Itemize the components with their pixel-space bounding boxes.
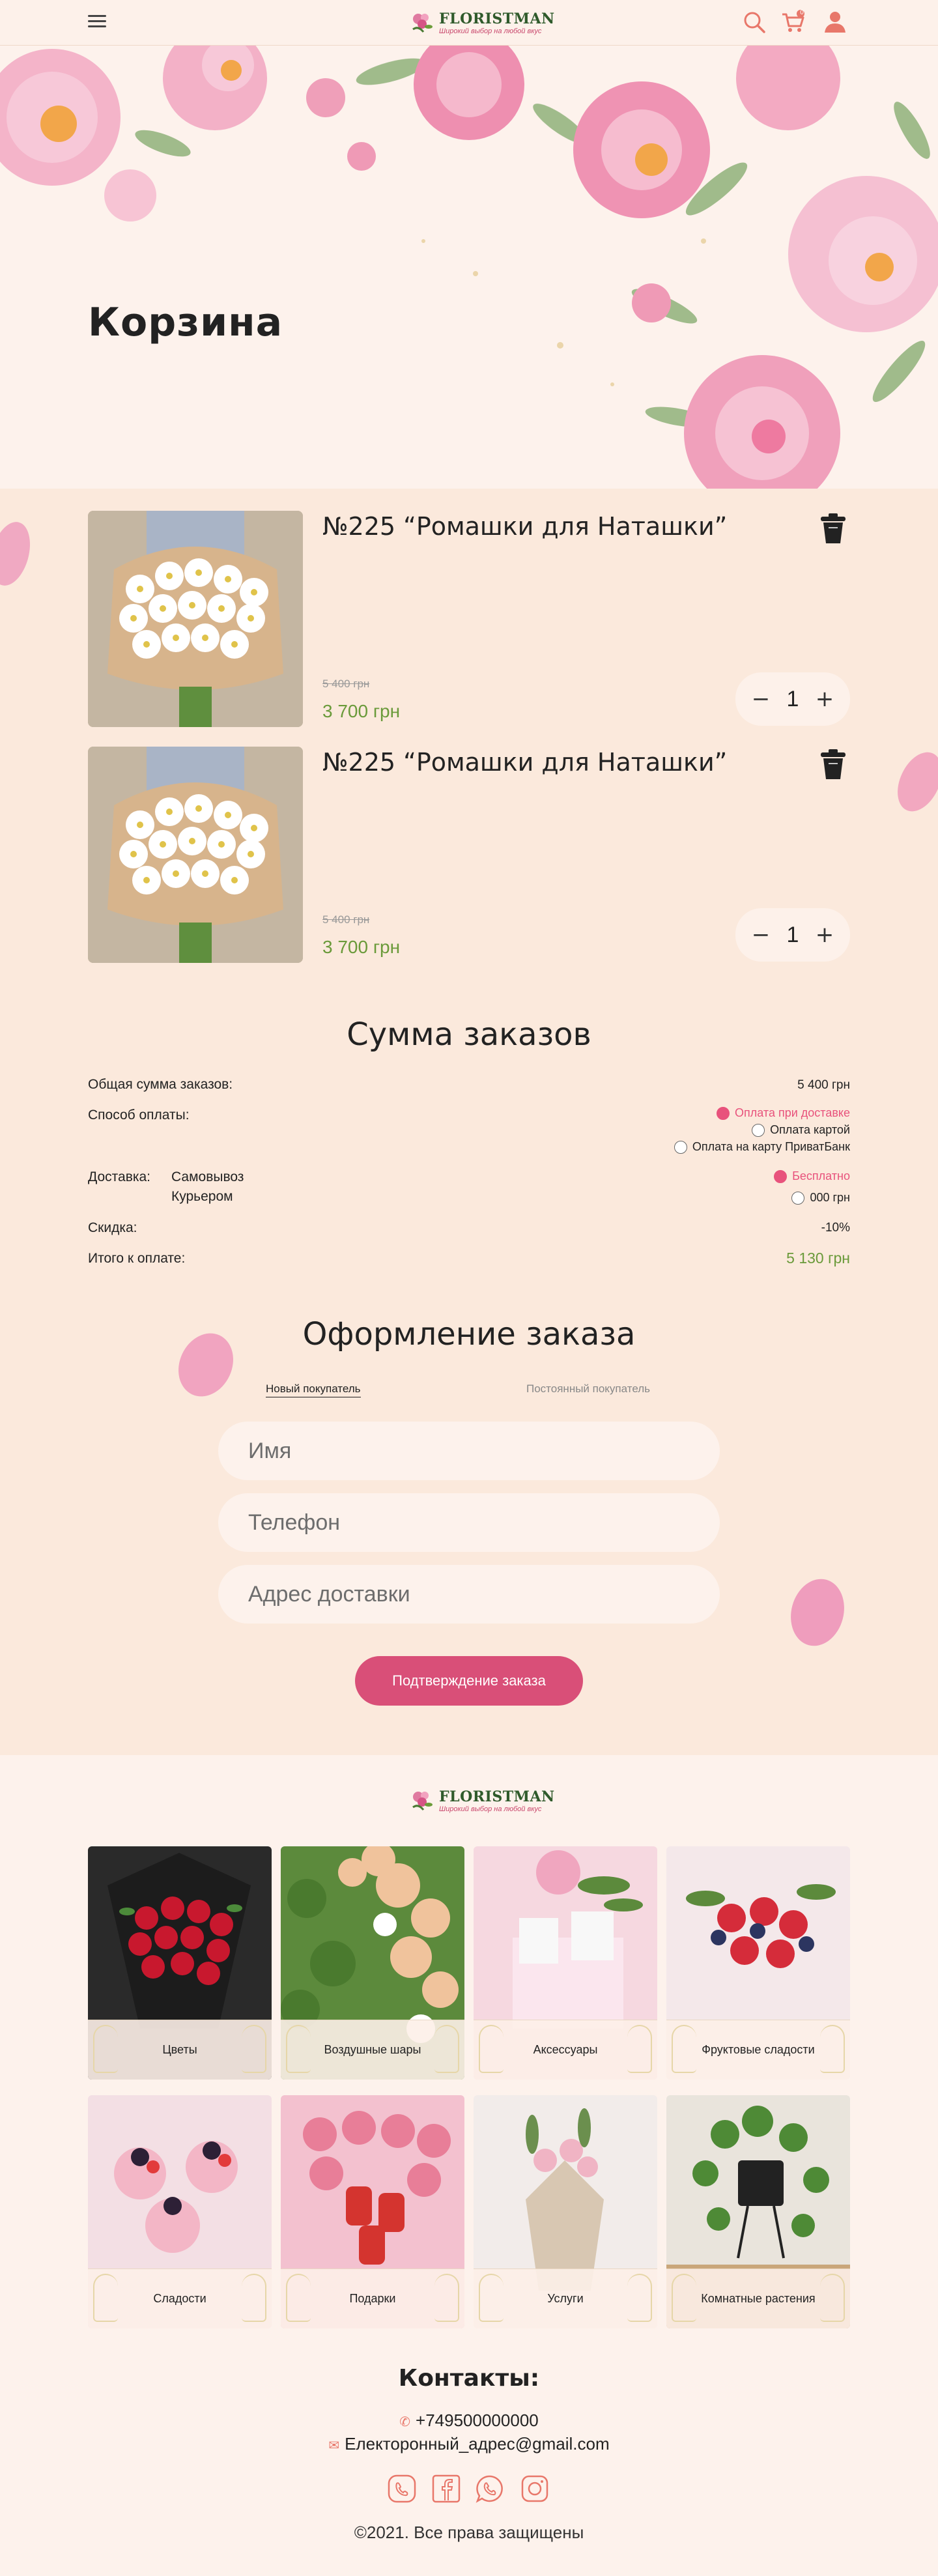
logo-flower-icon: [412, 1792, 433, 1810]
category-label: Аксессуары: [474, 2020, 657, 2080]
category-card[interactable]: Сладости: [88, 2095, 272, 2328]
quantity-stepper: − 1 +: [735, 908, 850, 962]
instagram-icon[interactable]: [520, 2474, 549, 2503]
payment-option-cash[interactable]: Оплата при доставке: [717, 1106, 850, 1120]
minus-button[interactable]: −: [750, 924, 772, 946]
summary-title: Сумма заказов: [347, 1016, 591, 1053]
product-title[interactable]: №225 “Ромашки для Наташки”: [322, 748, 727, 777]
category-label: Комнатные растения: [666, 2268, 850, 2328]
radio[interactable]: [752, 1123, 765, 1137]
radio[interactable]: [674, 1140, 687, 1154]
minus-button[interactable]: −: [750, 688, 772, 710]
name-field[interactable]: [218, 1422, 720, 1480]
trash-icon[interactable]: [819, 512, 847, 545]
viber-icon[interactable]: [388, 2474, 416, 2503]
confirm-order-button[interactable]: Подтверждение заказа: [355, 1656, 583, 1706]
product-image[interactable]: [88, 747, 303, 963]
payment-option-label: Оплата картой: [770, 1123, 850, 1136]
cart-item: №225 “Ромашки для Наташки” 5 400 грн 3 7…: [88, 511, 850, 727]
peony-decoration: [0, 46, 938, 489]
product-title[interactable]: №225 “Ромашки для Наташки”: [322, 512, 727, 541]
search-icon[interactable]: [741, 9, 767, 35]
quantity-value[interactable]: 1: [787, 923, 799, 948]
payment-option-card[interactable]: Оплата картой: [752, 1123, 850, 1137]
price: 3 700 грн: [322, 937, 401, 957]
hero-banner: Корзина: [0, 46, 938, 489]
category-label: Сладости: [88, 2268, 272, 2328]
category-card[interactable]: Цветы: [88, 1846, 272, 2080]
delivery-method-pickup[interactable]: Самовывоз: [171, 1169, 367, 1185]
product-image[interactable]: [88, 511, 303, 727]
logo[interactable]: FLORISTMAN Широкий выбор на любой вкус: [409, 7, 555, 39]
category-label: Цветы: [88, 2020, 272, 2080]
email-address[interactable]: Електоронный_адрес@gmail.com: [345, 2434, 609, 2454]
logo-name: FLORISTMAN: [439, 10, 555, 27]
quantity-stepper: − 1 +: [735, 672, 850, 726]
delivery-option-courier[interactable]: 000 грн: [791, 1191, 850, 1205]
delivery-price-label: Бесплатно: [792, 1169, 850, 1182]
delivery-price-label: 000 грн: [810, 1191, 850, 1204]
whatsapp-icon[interactable]: [476, 2474, 504, 2503]
contact-phone[interactable]: ✆ +749500000000: [0, 2411, 938, 2431]
menu-icon[interactable]: [88, 12, 106, 33]
logo-tagline: Широкий выбор на любой вкус: [439, 1805, 542, 1813]
plus-button[interactable]: +: [814, 688, 836, 710]
cart-item: №225 “Ромашки для Наташки” 5 400 грн 3 7…: [88, 747, 850, 963]
contact-email[interactable]: ✉ Електоронный_адрес@gmail.com: [0, 2434, 938, 2454]
tab-new-customer[interactable]: Новый покупатель: [266, 1382, 361, 1397]
category-card[interactable]: Воздушные шары: [281, 1846, 464, 2080]
address-field[interactable]: [218, 1565, 720, 1624]
phone-icon: ✆: [399, 2415, 411, 2429]
payment-option-privatbank[interactable]: Оплата на карту ПриватБанк: [674, 1140, 850, 1154]
phone-field[interactable]: [218, 1493, 720, 1552]
pay-label: Итого к оплате:: [88, 1251, 186, 1266]
total-label: Общая сумма заказов:: [88, 1077, 233, 1092]
petal-decoration: [898, 752, 938, 812]
category-label: Фруктовые сладости: [666, 2020, 850, 2080]
facebook-icon[interactable]: [432, 2474, 461, 2503]
old-price: 5 400 грн: [322, 913, 370, 926]
category-label: Подарки: [281, 2268, 464, 2328]
payment-option-label: Оплата на карту ПриватБанк: [692, 1140, 850, 1153]
cart-count-badge: 0: [800, 9, 804, 16]
copyright: ©2021. Все права защищены: [354, 2523, 584, 2542]
category-label: Услуги: [474, 2268, 657, 2328]
total-value: 5 400 грн: [797, 1078, 850, 1092]
pay-value: 5 130 грн: [786, 1250, 850, 1267]
radio-selected[interactable]: [717, 1106, 730, 1120]
delivery-method-courier[interactable]: Курьером: [171, 1189, 367, 1205]
category-card[interactable]: Услуги: [474, 2095, 657, 2328]
delivery-option-free[interactable]: Бесплатно: [774, 1169, 850, 1183]
category-card[interactable]: Фруктовые сладости: [666, 1846, 850, 2080]
discount-label: Скидка:: [88, 1220, 137, 1235]
footer-logo[interactable]: FLORISTMAN Широкий выбор на любой вкус: [409, 1784, 555, 1817]
category-card[interactable]: Комнатные растения: [666, 2095, 850, 2328]
logo-name: FLORISTMAN: [439, 1788, 555, 1805]
trash-icon[interactable]: [819, 748, 847, 780]
page-title: Корзина: [88, 300, 283, 345]
quantity-value[interactable]: 1: [787, 687, 799, 712]
order-title: Оформление заказа: [302, 1316, 636, 1352]
category-label: Воздушные шары: [281, 2020, 464, 2080]
site-header: FLORISTMAN Широкий выбор на любой вкус 0: [0, 0, 938, 46]
price: 3 700 грн: [322, 701, 401, 721]
tab-regular-customer[interactable]: Постоянный покупатель: [526, 1382, 650, 1395]
mail-icon: ✉: [328, 2439, 340, 2453]
radio[interactable]: [791, 1191, 805, 1205]
discount-value: -10%: [821, 1221, 850, 1235]
old-price: 5 400 грн: [322, 678, 370, 690]
radio-selected[interactable]: [774, 1169, 788, 1183]
user-icon[interactable]: [822, 9, 848, 35]
category-card[interactable]: Аксессуары: [474, 1846, 657, 2080]
category-card[interactable]: Подарки: [281, 2095, 464, 2328]
petal-decoration: [0, 522, 30, 586]
logo-tagline: Широкий выбор на любой вкус: [439, 27, 542, 35]
contacts-title: Контакты:: [398, 2365, 540, 2392]
plus-button[interactable]: +: [814, 924, 836, 946]
phone-number[interactable]: +749500000000: [416, 2411, 539, 2430]
logo-flower-icon: [412, 14, 433, 33]
payment-option-label: Оплата при доставке: [735, 1106, 850, 1119]
petal-decoration: [791, 1579, 844, 1646]
